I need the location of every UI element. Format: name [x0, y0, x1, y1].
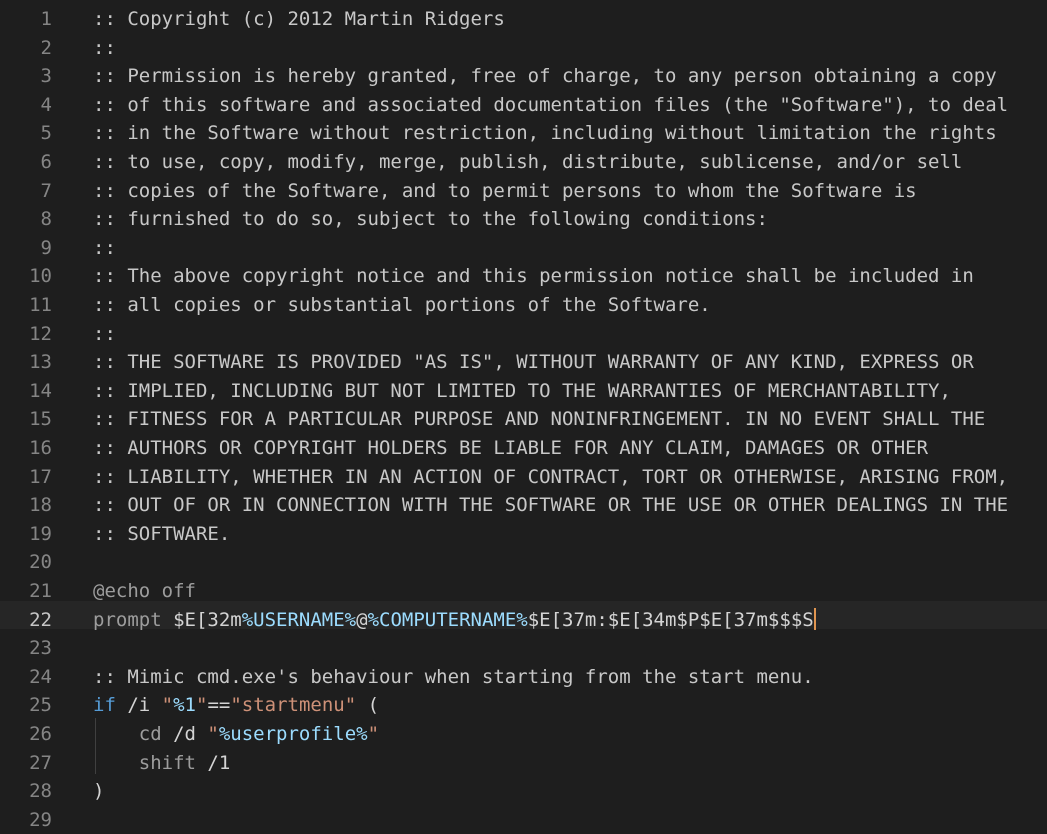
code-line[interactable]: 7:: copies of the Software, and to permi… — [0, 172, 1047, 202]
code-token: /d — [161, 723, 208, 745]
code-line[interactable]: 2:: — [0, 29, 1047, 59]
code-editor[interactable]: 1:: Copyright (c) 2012 Martin Ridgers 2::… — [0, 0, 1047, 831]
code-line[interactable]: 18:: OUT OF OR IN CONNECTION WITH THE SO… — [0, 486, 1047, 517]
code-token: :: of this software and associated docum… — [93, 93, 1009, 116]
code-token: :: LIABILITY, WHETHER IN AN ACTION OF CO… — [93, 465, 1009, 488]
code-line[interactable]: 12:: — [0, 315, 1047, 345]
code-line[interactable]: 5:: in the Software without restriction,… — [0, 114, 1047, 145]
code-token: " — [196, 694, 208, 717]
line-number: 29 — [29, 808, 52, 831]
code-token: :: furnished to do so, subject to the fo… — [93, 208, 768, 231]
code-token: " — [161, 694, 174, 717]
code-line[interactable]: 20 — [0, 543, 1047, 573]
code-token: :: FITNESS FOR A PARTICULAR PURPOSE AND … — [93, 408, 986, 431]
code-line[interactable]: 23 — [0, 629, 1047, 659]
code-token: :: THE SOFTWARE IS PROVIDED "AS IS", WIT… — [93, 351, 974, 374]
code-token: :: IMPLIED, INCLUDING BUT NOT LIMITED TO… — [93, 379, 951, 402]
code-token: " — [367, 723, 380, 745]
code-token: %USERNAME% — [241, 608, 357, 631]
code-token: :: to use, copy, modify, merge, publish,… — [93, 151, 963, 173]
code-token: :: AUTHORS OR COPYRIGHT HOLDERS BE LIABL… — [93, 437, 929, 459]
code-line[interactable]: 21 @echo off — [0, 572, 1047, 602]
code-line[interactable]: 27 shift /1 — [0, 744, 1047, 774]
code-token: :: The above copyright notice and this p… — [93, 265, 974, 288]
code-token: :: SOFTWARE. — [93, 522, 231, 545]
code-line[interactable]: 10:: The above copyright notice and this… — [0, 257, 1047, 288]
code-token: shift — [93, 751, 196, 774]
code-token: /1 — [195, 751, 231, 774]
code-line[interactable]: 25 if /i "%1"=="startmenu" ( — [0, 686, 1047, 717]
code-line[interactable]: 26 cd /d "%userprofile%" — [0, 715, 1047, 745]
code-token: :: Copyright (c) 2012 Martin Ridgers — [93, 8, 505, 30]
code-line[interactable]: 19:: SOFTWARE. — [0, 515, 1047, 545]
code-token: @echo off — [93, 580, 196, 602]
code-line[interactable]: 17:: LIABILITY, WHETHER IN AN ACTION OF … — [0, 458, 1047, 488]
code-token: "startmenu" — [230, 694, 357, 717]
code-line[interactable]: 1:: Copyright (c) 2012 Martin Ridgers — [0, 0, 1047, 30]
code-line[interactable]: 4:: of this software and associated docu… — [0, 86, 1047, 116]
code-token: " — [207, 723, 219, 745]
code-token: ) — [93, 780, 105, 803]
code-token: %COMPUTERNAME% — [367, 608, 528, 631]
code-line[interactable]: 14:: IMPLIED, INCLUDING BUT NOT LIMITED … — [0, 372, 1047, 402]
code-line[interactable]: 13:: THE SOFTWARE IS PROVIDED "AS IS", W… — [0, 343, 1047, 374]
code-token: :: Mimic cmd.exe's behaviour when starti… — [93, 665, 814, 688]
code-token: :: copies of the Software, and to permit… — [93, 179, 917, 202]
code-line[interactable]: 29 — [0, 801, 1047, 831]
code-token: cd — [93, 723, 162, 745]
code-token: %1 — [173, 694, 196, 717]
code-line[interactable]: 11:: all copies or substantial portions … — [0, 286, 1047, 316]
code-token: == — [207, 694, 231, 717]
code-token: %userprofile% — [218, 723, 368, 745]
code-token: prompt — [93, 608, 174, 631]
code-line[interactable]: 24:: Mimic cmd.exe's behaviour when star… — [0, 658, 1047, 688]
code-line[interactable]: 9:: — [0, 229, 1047, 259]
code-token: $E[37m:$E[34m$P$E[37m$$$S — [527, 608, 814, 631]
code-token: :: — [93, 322, 116, 345]
code-token: :: Permission is hereby granted, free of… — [93, 65, 997, 88]
code-line[interactable]: 8:: furnished to do so, subject to the f… — [0, 200, 1047, 231]
code-token: @ — [356, 608, 368, 631]
code-line[interactable]: 22 prompt $E[32m%USERNAME%@%COMPUTERNAME%… — [0, 600, 1047, 631]
code-line[interactable]: 15:: FITNESS FOR A PARTICULAR PURPOSE AN… — [0, 400, 1047, 431]
code-token: :: OUT OF OR IN CONNECTION WITH THE SOFT… — [93, 494, 1009, 517]
code-token: /i — [115, 694, 162, 717]
code-token: if — [93, 694, 116, 717]
code-token: :: in the Software without restriction, … — [93, 122, 997, 145]
code-token: ( — [356, 694, 380, 717]
code-line[interactable]: 16:: AUTHORS OR COPYRIGHT HOLDERS BE LIA… — [0, 429, 1047, 459]
code-token: :: all copies or substantial portions of… — [93, 294, 711, 316]
code-line[interactable]: 3:: Permission is hereby granted, free o… — [0, 57, 1047, 88]
text-cursor — [813, 607, 816, 630]
code-token: :: — [93, 236, 116, 259]
code-token: $E[32m — [173, 608, 242, 631]
code-line[interactable]: 28) — [0, 772, 1047, 803]
code-token: :: — [93, 36, 116, 59]
code-line[interactable]: 6:: to use, copy, modify, merge, publish… — [0, 143, 1047, 173]
